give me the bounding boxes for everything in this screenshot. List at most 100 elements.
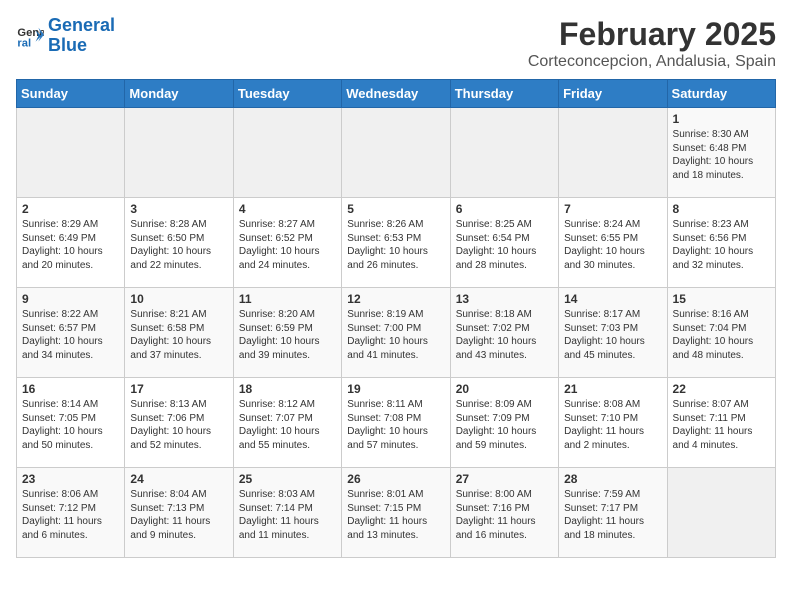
- calendar-cell: 27Sunrise: 8:00 AM Sunset: 7:16 PM Dayli…: [450, 468, 558, 558]
- day-number: 5: [347, 202, 444, 216]
- calendar-cell: 25 Sunrise: 8:03 AM Sunset: 7:14 PM Dayli…: [233, 468, 341, 558]
- day-info: Sunrise: 8:30 AM Sunset: 6:48 PM Dayligh…: [673, 128, 770, 182]
- calendar-cell: [450, 108, 558, 198]
- calendar-cell: 12 Sunrise: 8:19 AM Sunset: 7:00 PM Dayli…: [342, 288, 450, 378]
- weekday-header-thursday: Thursday: [450, 80, 558, 108]
- week-row-2: 2 Sunrise: 8:29 AM Sunset: 6:49 PM Daylig…: [17, 198, 776, 288]
- day-info: Sunrise: 8:04 AM Sunset: 7:13 PM Dayligh…: [130, 488, 227, 542]
- day-number: 21: [564, 382, 661, 396]
- day-info: Sunrise: 8:27 AM Sunset: 6:52 PM Dayligh…: [239, 218, 336, 272]
- calendar-cell: 11 Sunrise: 8:20 AM Sunset: 6:59 PM Dayli…: [233, 288, 341, 378]
- day-number: 24: [130, 472, 227, 486]
- calendar-cell: 10 Sunrise: 8:21 AM Sunset: 6:58 PM Dayli…: [125, 288, 233, 378]
- day-info: Sunrise: 8:14 AM Sunset: 7:05 PM Dayligh…: [22, 398, 119, 452]
- day-number: 25: [239, 472, 336, 486]
- calendar-cell: 20 Sunrise: 8:09 AM Sunset: 7:09 PM Dayli…: [450, 378, 558, 468]
- calendar: SundayMondayTuesdayWednesdayThursdayFrid…: [16, 79, 776, 558]
- calendar-cell: [559, 108, 667, 198]
- svg-text:ral: ral: [17, 37, 31, 49]
- calendar-cell: 3 Sunrise: 8:28 AM Sunset: 6:50 PM Daylig…: [125, 198, 233, 288]
- day-number: 7: [564, 202, 661, 216]
- day-number: 15: [673, 292, 770, 306]
- week-row-3: 9 Sunrise: 8:22 AM Sunset: 6:57 PM Daylig…: [17, 288, 776, 378]
- logo-text-line2: Blue: [48, 36, 115, 56]
- calendar-cell: [125, 108, 233, 198]
- day-number: 27: [456, 472, 553, 486]
- calendar-cell: 22 Sunrise: 8:07 AM Sunset: 7:11 PM Dayli…: [667, 378, 775, 468]
- day-number: 19: [347, 382, 444, 396]
- day-number: 6: [456, 202, 553, 216]
- calendar-cell: 17 Sunrise: 8:13 AM Sunset: 7:06 PM Dayli…: [125, 378, 233, 468]
- day-info: Sunrise: 8:08 AM Sunset: 7:10 PM Dayligh…: [564, 398, 661, 452]
- weekday-header-saturday: Saturday: [667, 80, 775, 108]
- day-info: Sunrise: 8:20 AM Sunset: 6:59 PM Dayligh…: [239, 308, 336, 362]
- day-info: Sunrise: 8:21 AM Sunset: 6:58 PM Dayligh…: [130, 308, 227, 362]
- weekday-header-row: SundayMondayTuesdayWednesdayThursdayFrid…: [17, 80, 776, 108]
- day-number: 13: [456, 292, 553, 306]
- calendar-cell: 5 Sunrise: 8:26 AM Sunset: 6:53 PM Daylig…: [342, 198, 450, 288]
- logo: Gene ral General Blue: [16, 16, 115, 56]
- day-number: 11: [239, 292, 336, 306]
- week-row-5: 23 Sunrise: 8:06 AM Sunset: 7:12 PM Dayli…: [17, 468, 776, 558]
- day-info: Sunrise: 8:17 AM Sunset: 7:03 PM Dayligh…: [564, 308, 661, 362]
- calendar-cell: 9 Sunrise: 8:22 AM Sunset: 6:57 PM Daylig…: [17, 288, 125, 378]
- day-info: Sunrise: 8:25 AM Sunset: 6:54 PM Dayligh…: [456, 218, 553, 272]
- weekday-header-monday: Monday: [125, 80, 233, 108]
- calendar-cell: 26 Sunrise: 8:01 AM Sunset: 7:15 PM Dayli…: [342, 468, 450, 558]
- day-number: 12: [347, 292, 444, 306]
- day-number: 2: [22, 202, 119, 216]
- day-number: 14: [564, 292, 661, 306]
- day-info: Sunrise: 8:13 AM Sunset: 7:06 PM Dayligh…: [130, 398, 227, 452]
- day-info: Sunrise: 8:22 AM Sunset: 6:57 PM Dayligh…: [22, 308, 119, 362]
- day-info: Sunrise: 8:19 AM Sunset: 7:00 PM Dayligh…: [347, 308, 444, 362]
- week-row-1: 1 Sunrise: 8:30 AM Sunset: 6:48 PM Daylig…: [17, 108, 776, 198]
- weekday-header-sunday: Sunday: [17, 80, 125, 108]
- day-info: Sunrise: 8:07 AM Sunset: 7:11 PM Dayligh…: [673, 398, 770, 452]
- day-info: Sunrise: 8:24 AM Sunset: 6:55 PM Dayligh…: [564, 218, 661, 272]
- day-number: 20: [456, 382, 553, 396]
- week-row-4: 16Sunrise: 8:14 AM Sunset: 7:05 PM Dayli…: [17, 378, 776, 468]
- day-number: 28: [564, 472, 661, 486]
- day-number: 10: [130, 292, 227, 306]
- calendar-cell: 15 Sunrise: 8:16 AM Sunset: 7:04 PM Dayli…: [667, 288, 775, 378]
- calendar-cell: 6 Sunrise: 8:25 AM Sunset: 6:54 PM Daylig…: [450, 198, 558, 288]
- day-number: 23: [22, 472, 119, 486]
- month-title: February 2025: [528, 16, 776, 53]
- title-area: February 2025 Corteconcepcion, Andalusia…: [528, 16, 776, 71]
- day-number: 8: [673, 202, 770, 216]
- calendar-cell: 13Sunrise: 8:18 AM Sunset: 7:02 PM Dayli…: [450, 288, 558, 378]
- calendar-cell: 23 Sunrise: 8:06 AM Sunset: 7:12 PM Dayli…: [17, 468, 125, 558]
- calendar-cell: 24 Sunrise: 8:04 AM Sunset: 7:13 PM Dayli…: [125, 468, 233, 558]
- day-number: 22: [673, 382, 770, 396]
- day-info: Sunrise: 8:28 AM Sunset: 6:50 PM Dayligh…: [130, 218, 227, 272]
- calendar-cell: 28 Sunrise: 7:59 AM Sunset: 7:17 PM Dayli…: [559, 468, 667, 558]
- calendar-cell: [342, 108, 450, 198]
- day-info: Sunrise: 8:06 AM Sunset: 7:12 PM Dayligh…: [22, 488, 119, 542]
- day-number: 4: [239, 202, 336, 216]
- day-number: 3: [130, 202, 227, 216]
- calendar-cell: 14 Sunrise: 8:17 AM Sunset: 7:03 PM Dayli…: [559, 288, 667, 378]
- day-info: Sunrise: 8:01 AM Sunset: 7:15 PM Dayligh…: [347, 488, 444, 542]
- logo-text-line1: General: [48, 16, 115, 36]
- calendar-cell: 8 Sunrise: 8:23 AM Sunset: 6:56 PM Daylig…: [667, 198, 775, 288]
- weekday-header-wednesday: Wednesday: [342, 80, 450, 108]
- day-info: Sunrise: 8:12 AM Sunset: 7:07 PM Dayligh…: [239, 398, 336, 452]
- calendar-cell: 2 Sunrise: 8:29 AM Sunset: 6:49 PM Daylig…: [17, 198, 125, 288]
- calendar-cell: 21 Sunrise: 8:08 AM Sunset: 7:10 PM Dayli…: [559, 378, 667, 468]
- day-info: Sunrise: 8:16 AM Sunset: 7:04 PM Dayligh…: [673, 308, 770, 362]
- day-info: Sunrise: 8:23 AM Sunset: 6:56 PM Dayligh…: [673, 218, 770, 272]
- day-info: Sunrise: 8:09 AM Sunset: 7:09 PM Dayligh…: [456, 398, 553, 452]
- weekday-header-friday: Friday: [559, 80, 667, 108]
- day-number: 9: [22, 292, 119, 306]
- day-info: Sunrise: 8:29 AM Sunset: 6:49 PM Dayligh…: [22, 218, 119, 272]
- calendar-cell: 18Sunrise: 8:12 AM Sunset: 7:07 PM Dayli…: [233, 378, 341, 468]
- logo-icon: Gene ral: [16, 22, 44, 50]
- day-number: 1: [673, 112, 770, 126]
- day-number: 26: [347, 472, 444, 486]
- day-number: 17: [130, 382, 227, 396]
- day-info: Sunrise: 7:59 AM Sunset: 7:17 PM Dayligh…: [564, 488, 661, 542]
- day-info: Sunrise: 8:03 AM Sunset: 7:14 PM Dayligh…: [239, 488, 336, 542]
- calendar-cell: 7 Sunrise: 8:24 AM Sunset: 6:55 PM Daylig…: [559, 198, 667, 288]
- day-info: Sunrise: 8:11 AM Sunset: 7:08 PM Dayligh…: [347, 398, 444, 452]
- day-info: Sunrise: 8:26 AM Sunset: 6:53 PM Dayligh…: [347, 218, 444, 272]
